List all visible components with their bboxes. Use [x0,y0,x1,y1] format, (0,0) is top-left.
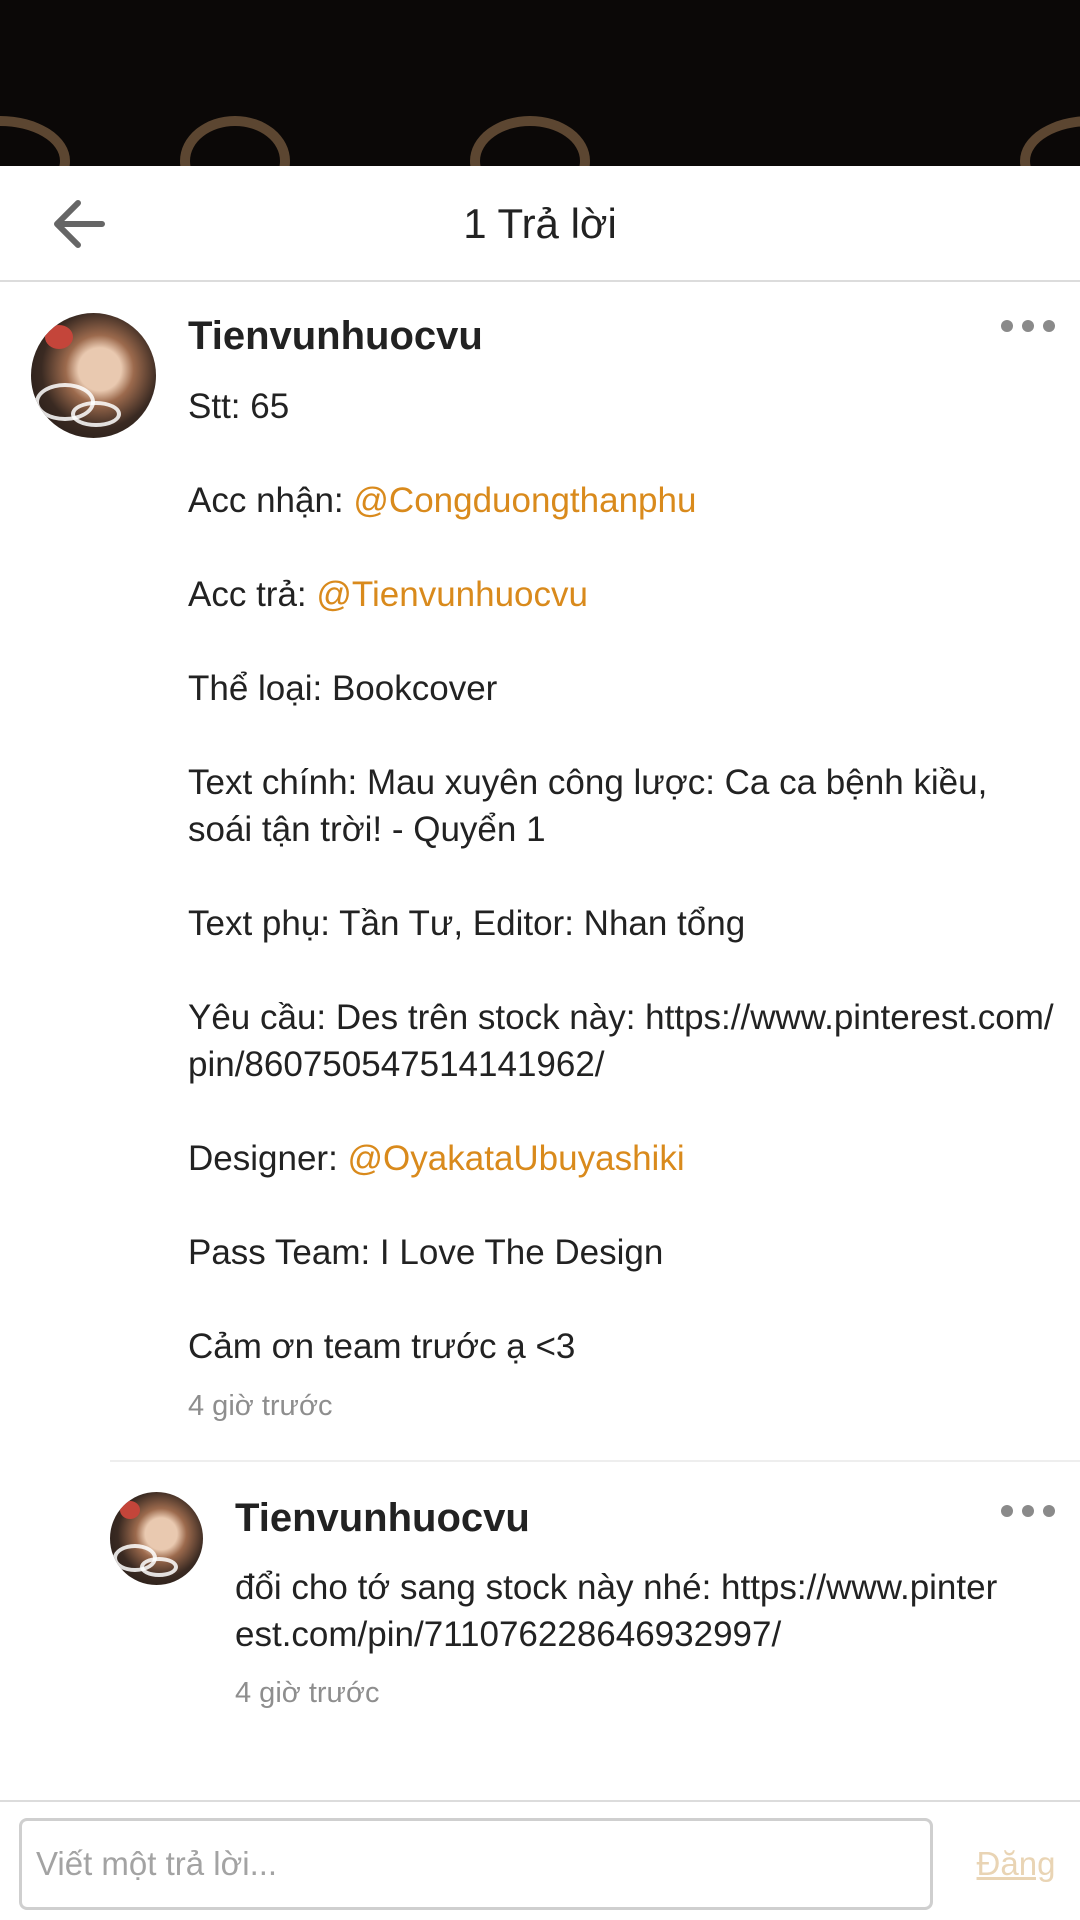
ornament-decoration [180,116,290,166]
mention-link[interactable]: @OyakataUbuyashiki [348,1139,685,1178]
more-options-button[interactable] [1001,320,1055,332]
avatar[interactable] [110,1492,203,1585]
post-line: Thể loại: Bookcover [188,669,498,708]
submit-reply-button[interactable]: Đăng [960,1818,1072,1910]
mention-link[interactable]: @Congduongthanphu [353,481,696,520]
reply-input[interactable] [19,1818,933,1910]
post-author[interactable]: Tienvunhuocvu [188,314,483,359]
post-body: Stt: 65 Acc nhận: @Congduongthanphu Acc … [188,383,1058,1370]
post-line: Acc trả: @Tienvunhuocvu [188,575,588,614]
post-line: Designer: @OyakataUbuyashiki [188,1139,685,1178]
more-options-button[interactable] [1001,1505,1055,1517]
divider [110,1460,1080,1462]
cover-banner [0,0,1080,166]
post-line: Cảm ơn team trước ạ <3 [188,1327,576,1366]
avatar[interactable] [31,313,156,438]
more-dots-icon [1001,320,1013,332]
post-line: Text chính: Mau xuyên công lược: Ca ca b… [188,763,988,849]
post-line: Yêu cầu: Des trên stock này: https://www… [188,998,1054,1084]
post-line: Acc nhận: @Congduongthanphu [188,481,697,520]
post-line: Text phụ: Tần Tư, Editor: Nhan tổng [188,904,746,943]
reply-body: đổi cho tớ sang stock này nhé: https://w… [235,1568,998,1654]
reply-composer: Đăng [0,1800,1080,1920]
more-dots-icon [1001,1505,1013,1517]
thread-header: 1 Trả lời [0,166,1080,282]
post-line: Pass Team: I Love The Design [188,1233,664,1272]
page-title: 1 Trả lời [463,200,617,247]
reply-author[interactable]: Tienvunhuocvu [235,1496,530,1541]
reply-timestamp: 4 giờ trước [235,1677,380,1709]
ornament-decoration [1020,116,1080,166]
mention-link[interactable]: @Tienvunhuocvu [316,575,588,614]
post-timestamp: 4 giờ trước [188,1390,333,1422]
arrow-left-icon [54,200,105,248]
ornament-decoration [470,116,590,166]
ornament-decoration [0,116,70,166]
post-line: Stt: 65 [188,387,290,426]
back-button[interactable] [50,190,140,258]
